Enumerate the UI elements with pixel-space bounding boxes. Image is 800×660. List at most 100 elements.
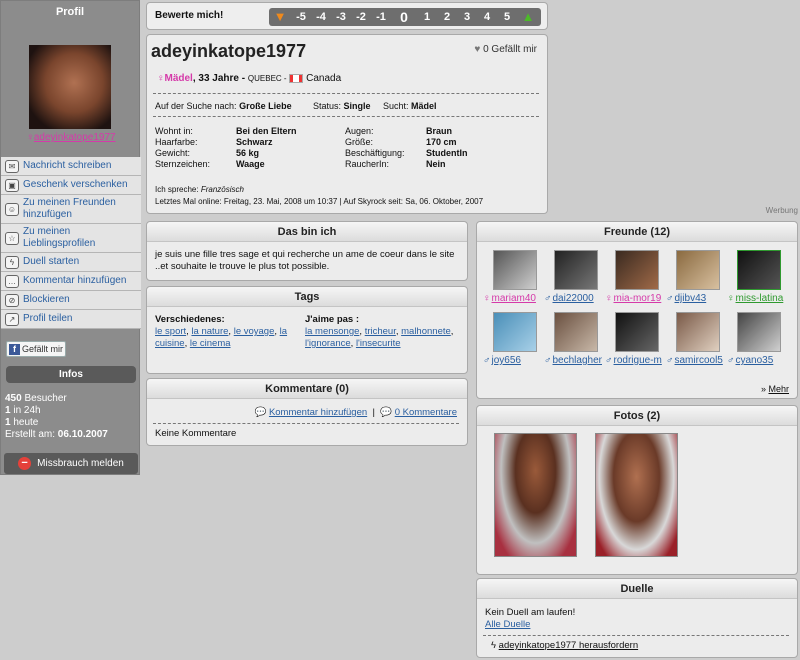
attr-labels-left: Wohnt in: Haarfarbe: Gewicht: Sternzeich… xyxy=(155,126,210,170)
tag-link[interactable]: malhonnete xyxy=(401,326,451,337)
about-me-text: je suis une fille tres sage et qui reche… xyxy=(155,249,455,272)
facebook-like-button[interactable]: f Gefällt mir xyxy=(6,341,66,357)
friend-name[interactable]: mia-mor19 xyxy=(614,293,662,304)
friend-photo[interactable] xyxy=(493,312,537,352)
block-item[interactable]: ⊘ Blockieren xyxy=(1,291,141,310)
star-icon: ☆ xyxy=(5,231,19,245)
photo-thumbnail[interactable] xyxy=(494,433,577,557)
rating-option[interactable]: -2 xyxy=(351,11,371,23)
rating-option[interactable]: 3 xyxy=(457,11,477,23)
infos-header: Infos xyxy=(6,366,136,383)
rating-option[interactable]: 5 xyxy=(497,11,517,23)
challenge-row: ϟ adeyinkatope1977 herausfordern xyxy=(491,640,638,651)
rating-option[interactable]: 4 xyxy=(477,11,497,23)
rating-option[interactable]: 0 xyxy=(391,9,417,25)
friend-name[interactable]: djibv43 xyxy=(675,293,707,304)
add-friend-item[interactable]: ☺ Zu meinen Freunden hinzufügen xyxy=(1,195,141,224)
friend-card[interactable]: ♀mariam40 xyxy=(483,250,539,304)
all-duels-link[interactable]: Alle Duelle xyxy=(485,619,530,630)
friend-card[interactable]: ♂rodrigue-m xyxy=(605,312,662,366)
tag-link[interactable]: l'ignorance xyxy=(305,338,351,349)
lives-label: Wohnt in: xyxy=(155,126,193,136)
add-comment-link[interactable]: Kommentar hinzufügen xyxy=(269,407,367,418)
rating-option[interactable]: 2 xyxy=(437,11,457,23)
photo-thumbnail[interactable] xyxy=(595,433,678,557)
send-gift-item[interactable]: ▣ Geschenk verschenken xyxy=(1,176,141,195)
friends-panel: Freunde (12) ♀mariam40 ♂dai22000 ♀mia-mo… xyxy=(476,221,798,399)
rating-option[interactable]: -1 xyxy=(371,11,391,23)
friend-name[interactable]: joy656 xyxy=(492,355,521,366)
rating-option[interactable]: -4 xyxy=(311,11,331,23)
today-count: 1 xyxy=(5,417,11,428)
friend-card[interactable]: ♀mia-mor19 xyxy=(605,250,661,304)
seeks-label: Sucht: xyxy=(383,101,409,111)
friend-card[interactable]: ♂djibv43 xyxy=(666,250,722,304)
friend-card[interactable]: ♂dai22000 xyxy=(544,250,600,304)
friend-card[interactable]: ♂cyano35 xyxy=(727,312,783,366)
tag-link[interactable]: le sport xyxy=(155,326,186,337)
share-icon: ↗ xyxy=(5,312,19,326)
male-icon: ♂ xyxy=(544,293,552,304)
rating-option[interactable]: 1 xyxy=(417,11,437,23)
challenge-link[interactable]: adeyinkatope1977 herausfordern xyxy=(499,640,638,651)
add-comment-item[interactable]: … Kommentar hinzufügen xyxy=(1,272,141,291)
friend-name[interactable]: dai22000 xyxy=(553,293,594,304)
friend-name[interactable]: mariam40 xyxy=(492,293,536,304)
duels-panel: Duelle Kein Duell am laufen! Alle Duelle… xyxy=(476,578,798,658)
report-abuse-button[interactable]: − Missbrauch melden xyxy=(4,453,138,474)
friend-photo[interactable] xyxy=(615,312,659,352)
profile-region: QUEBEC - xyxy=(247,74,287,83)
like-counter[interactable]: ♥ 0 Gefällt mir xyxy=(474,44,537,55)
friend-name[interactable]: cyano35 xyxy=(736,355,774,366)
rating-option[interactable]: -3 xyxy=(331,11,351,23)
send-message-item[interactable]: ✉ Nachricht schreiben xyxy=(1,157,141,176)
language-value: Französisch xyxy=(200,185,244,194)
friend-photo[interactable] xyxy=(615,250,659,290)
tag-link[interactable]: la mensonge xyxy=(305,326,359,337)
friend-photo[interactable] xyxy=(676,250,720,290)
friend-photo[interactable] xyxy=(554,312,598,352)
duels-status: Kein Duell am laufen! Alle Duelle xyxy=(485,607,575,631)
minus-icon: − xyxy=(18,456,32,470)
friend-card[interactable]: ♀miss-latina xyxy=(727,250,783,304)
male-icon: ♂ xyxy=(727,355,735,366)
thumb-down-icon[interactable]: ▼ xyxy=(272,10,288,24)
friend-photo[interactable] xyxy=(493,250,537,290)
friend-card[interactable]: ♂joy656 xyxy=(483,312,539,366)
friend-name[interactable]: samircool5 xyxy=(675,355,723,366)
friend-photo[interactable] xyxy=(737,312,781,352)
sidebar-title: Profil xyxy=(55,6,85,18)
friend-photo[interactable] xyxy=(554,250,598,290)
seeks-row: Sucht: Mädel xyxy=(383,101,437,111)
rating-scale: ▼ -5 -4 -3 -2 -1 0 1 2 3 4 5 ▲ xyxy=(269,8,541,26)
like-count: 0 Gefällt mir xyxy=(483,44,537,55)
tag-link[interactable]: le voyage xyxy=(234,326,275,337)
avatar[interactable] xyxy=(29,45,111,129)
female-icon: ♀ xyxy=(26,132,34,143)
friend-card[interactable]: ♂samircool5 xyxy=(666,312,723,366)
thumb-up-icon[interactable]: ▲ xyxy=(520,10,536,24)
friend-card[interactable]: ♂bechlaghem xyxy=(544,312,603,366)
comment-count-link[interactable]: 0 Kommentare xyxy=(395,407,457,418)
rating-option[interactable]: -5 xyxy=(291,11,311,23)
more-friends-link[interactable]: Mehr xyxy=(768,384,789,394)
start-duel-label: Duell starten xyxy=(23,256,80,267)
tag-link[interactable]: l'insecurite xyxy=(356,338,401,349)
start-duel-item[interactable]: ϟ Duell starten xyxy=(1,253,141,272)
friend-photo[interactable] xyxy=(676,312,720,352)
add-favorite-item[interactable]: ☆ Zu meinen Lieblingsprofilen xyxy=(1,224,141,253)
language-row: Ich spreche: Französisch xyxy=(155,185,244,194)
friend-photo[interactable] xyxy=(737,250,781,290)
tag-link[interactable]: tricheur xyxy=(365,326,396,337)
last-online: Letztes Mal online: Freitag, 23. Mai, 20… xyxy=(155,197,484,206)
attr-values-right: Braun 170 cm StudentIn Nein xyxy=(426,126,468,170)
male-icon: ♂ xyxy=(544,355,552,366)
friend-name[interactable]: miss-latina xyxy=(736,293,784,304)
sidebar-username-link[interactable]: adeyinkatope1977 xyxy=(34,132,116,143)
share-profile-item[interactable]: ↗ Profil teilen xyxy=(1,310,141,329)
tag-link[interactable]: le cinema xyxy=(190,338,231,349)
friend-name[interactable]: rodrigue-m xyxy=(614,355,662,366)
tag-link[interactable]: la nature xyxy=(191,326,228,337)
add-friend-icon: ☺ xyxy=(5,202,19,216)
friend-name[interactable]: bechlaghem xyxy=(553,355,603,366)
